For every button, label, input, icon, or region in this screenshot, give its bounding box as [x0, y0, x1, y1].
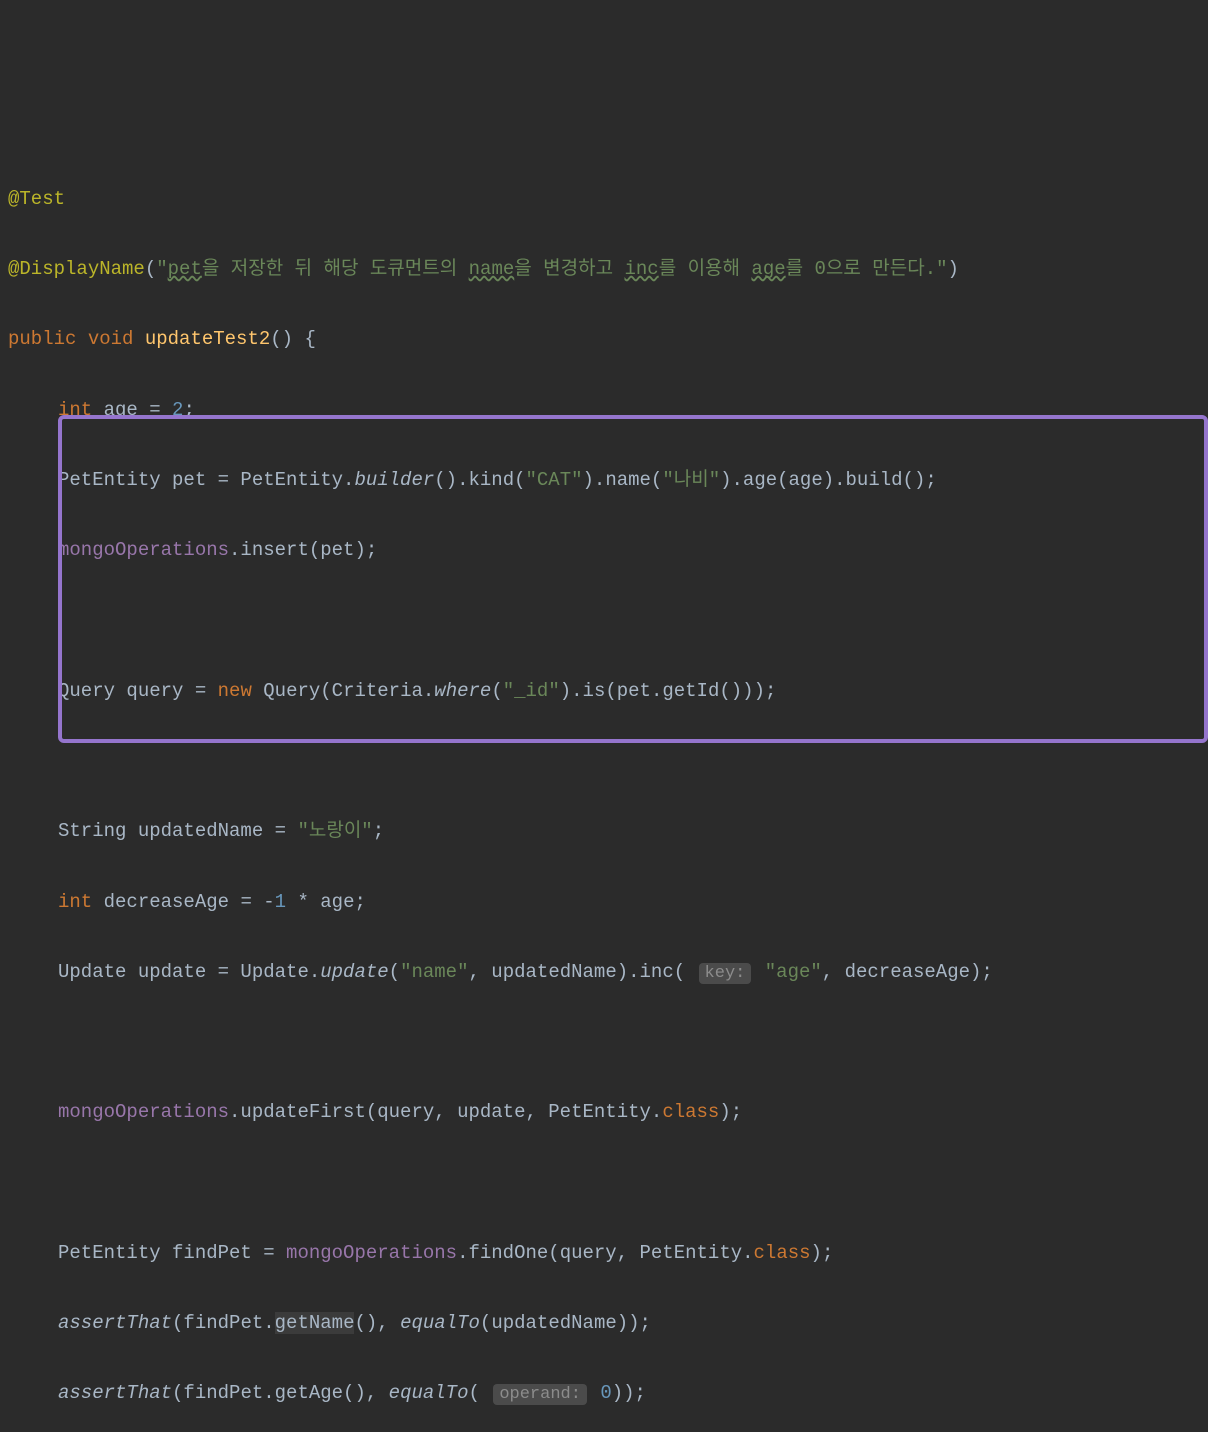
field-mongooperations: mongoOperations	[58, 1101, 229, 1123]
string-literal: "age"	[765, 961, 822, 983]
paren: (	[145, 258, 156, 280]
code-text: age =	[92, 399, 172, 421]
static-method-assertthat: assertThat	[58, 1382, 172, 1404]
keyword-int: int	[58, 399, 92, 421]
static-method-builder: builder	[354, 469, 434, 491]
string-text: pet	[168, 258, 202, 280]
method-name: updateTest2	[145, 328, 270, 350]
keyword-class: class	[754, 1242, 811, 1264]
string-text: 을 변경하고	[514, 258, 624, 280]
static-method-equalto: equalTo	[400, 1312, 480, 1334]
code-text: Update update = Update.	[58, 961, 320, 983]
method-sig: () {	[270, 328, 316, 350]
parameter-hint: operand:	[493, 1384, 587, 1405]
string-text: 를 이용해	[659, 258, 752, 280]
string-quote: "	[156, 258, 167, 280]
string-text: inc	[624, 258, 658, 280]
string-quote: "	[936, 258, 947, 280]
field-mongooperations: mongoOperations	[58, 539, 229, 561]
static-method-equalto: equalTo	[389, 1382, 469, 1404]
code-text: .insert(pet);	[229, 539, 377, 561]
code-text: ));	[612, 1382, 646, 1404]
static-method-where: where	[434, 680, 491, 702]
code-text: ().kind(	[434, 469, 525, 491]
number-literal: 0	[600, 1382, 611, 1404]
paren: )	[948, 258, 959, 280]
annotation-test: @Test	[8, 188, 65, 210]
code-text: PetEntity pet = PetEntity.	[58, 469, 354, 491]
string-literal: "name"	[400, 961, 468, 983]
field-mongooperations: mongoOperations	[286, 1242, 457, 1264]
string-text: age	[751, 258, 785, 280]
string-text: 를 0으로 만든다.	[786, 258, 937, 280]
highlighted-method: getName	[275, 1312, 355, 1334]
code-text: (	[491, 680, 502, 702]
code-text: , decreaseAge);	[822, 961, 993, 983]
code-text: (),	[354, 1312, 400, 1334]
string-literal: "_id"	[503, 680, 560, 702]
keyword-void: void	[76, 328, 144, 350]
code-text: (findPet.getAge(),	[172, 1382, 389, 1404]
string-text: name	[469, 258, 515, 280]
string-literal: "나비"	[662, 469, 720, 491]
code-text: );	[719, 1101, 742, 1123]
code-text: (	[389, 961, 400, 983]
keyword-int: int	[58, 891, 92, 913]
code-text: (findPet.	[172, 1312, 275, 1334]
code-text: decreaseAge = -	[92, 891, 274, 913]
keyword-public: public	[8, 328, 76, 350]
code-text: * age;	[286, 891, 366, 913]
string-text: 을 저장한 뒤 해당 도큐먼트의	[202, 258, 469, 280]
annotation-displayname: @DisplayName	[8, 258, 145, 280]
number-literal: 2	[172, 399, 183, 421]
code-text: ).age(age).build();	[720, 469, 937, 491]
static-method-assertthat: assertThat	[58, 1312, 172, 1334]
parameter-hint: key:	[699, 963, 752, 984]
semicolon: ;	[183, 399, 194, 421]
code-text: Query query =	[58, 680, 218, 702]
keyword-new: new	[218, 680, 252, 702]
string-literal: "노랑이"	[297, 820, 372, 842]
string-literal: "CAT"	[526, 469, 583, 491]
semicolon: ;	[373, 820, 384, 842]
code-text: ).name(	[583, 469, 663, 491]
keyword-class: class	[662, 1101, 719, 1123]
code-text: PetEntity findPet =	[58, 1242, 286, 1264]
code-text: , updatedName).inc(	[469, 961, 686, 983]
number-literal: 1	[275, 891, 286, 913]
code-text: String updatedName =	[58, 820, 297, 842]
code-text: (updatedName));	[480, 1312, 651, 1334]
code-text: ).is(pet.getId()));	[560, 680, 777, 702]
static-method-update: update	[320, 961, 388, 983]
code-text: Query(Criteria.	[252, 680, 434, 702]
code-text: .updateFirst(query, update, PetEntity.	[229, 1101, 662, 1123]
code-editor[interactable]: @Test @DisplayName("pet을 저장한 뒤 해당 도큐먼트의 …	[8, 147, 1200, 1432]
code-text: .findOne(query, PetEntity.	[457, 1242, 753, 1264]
code-text: );	[811, 1242, 834, 1264]
code-text: (	[469, 1382, 480, 1404]
